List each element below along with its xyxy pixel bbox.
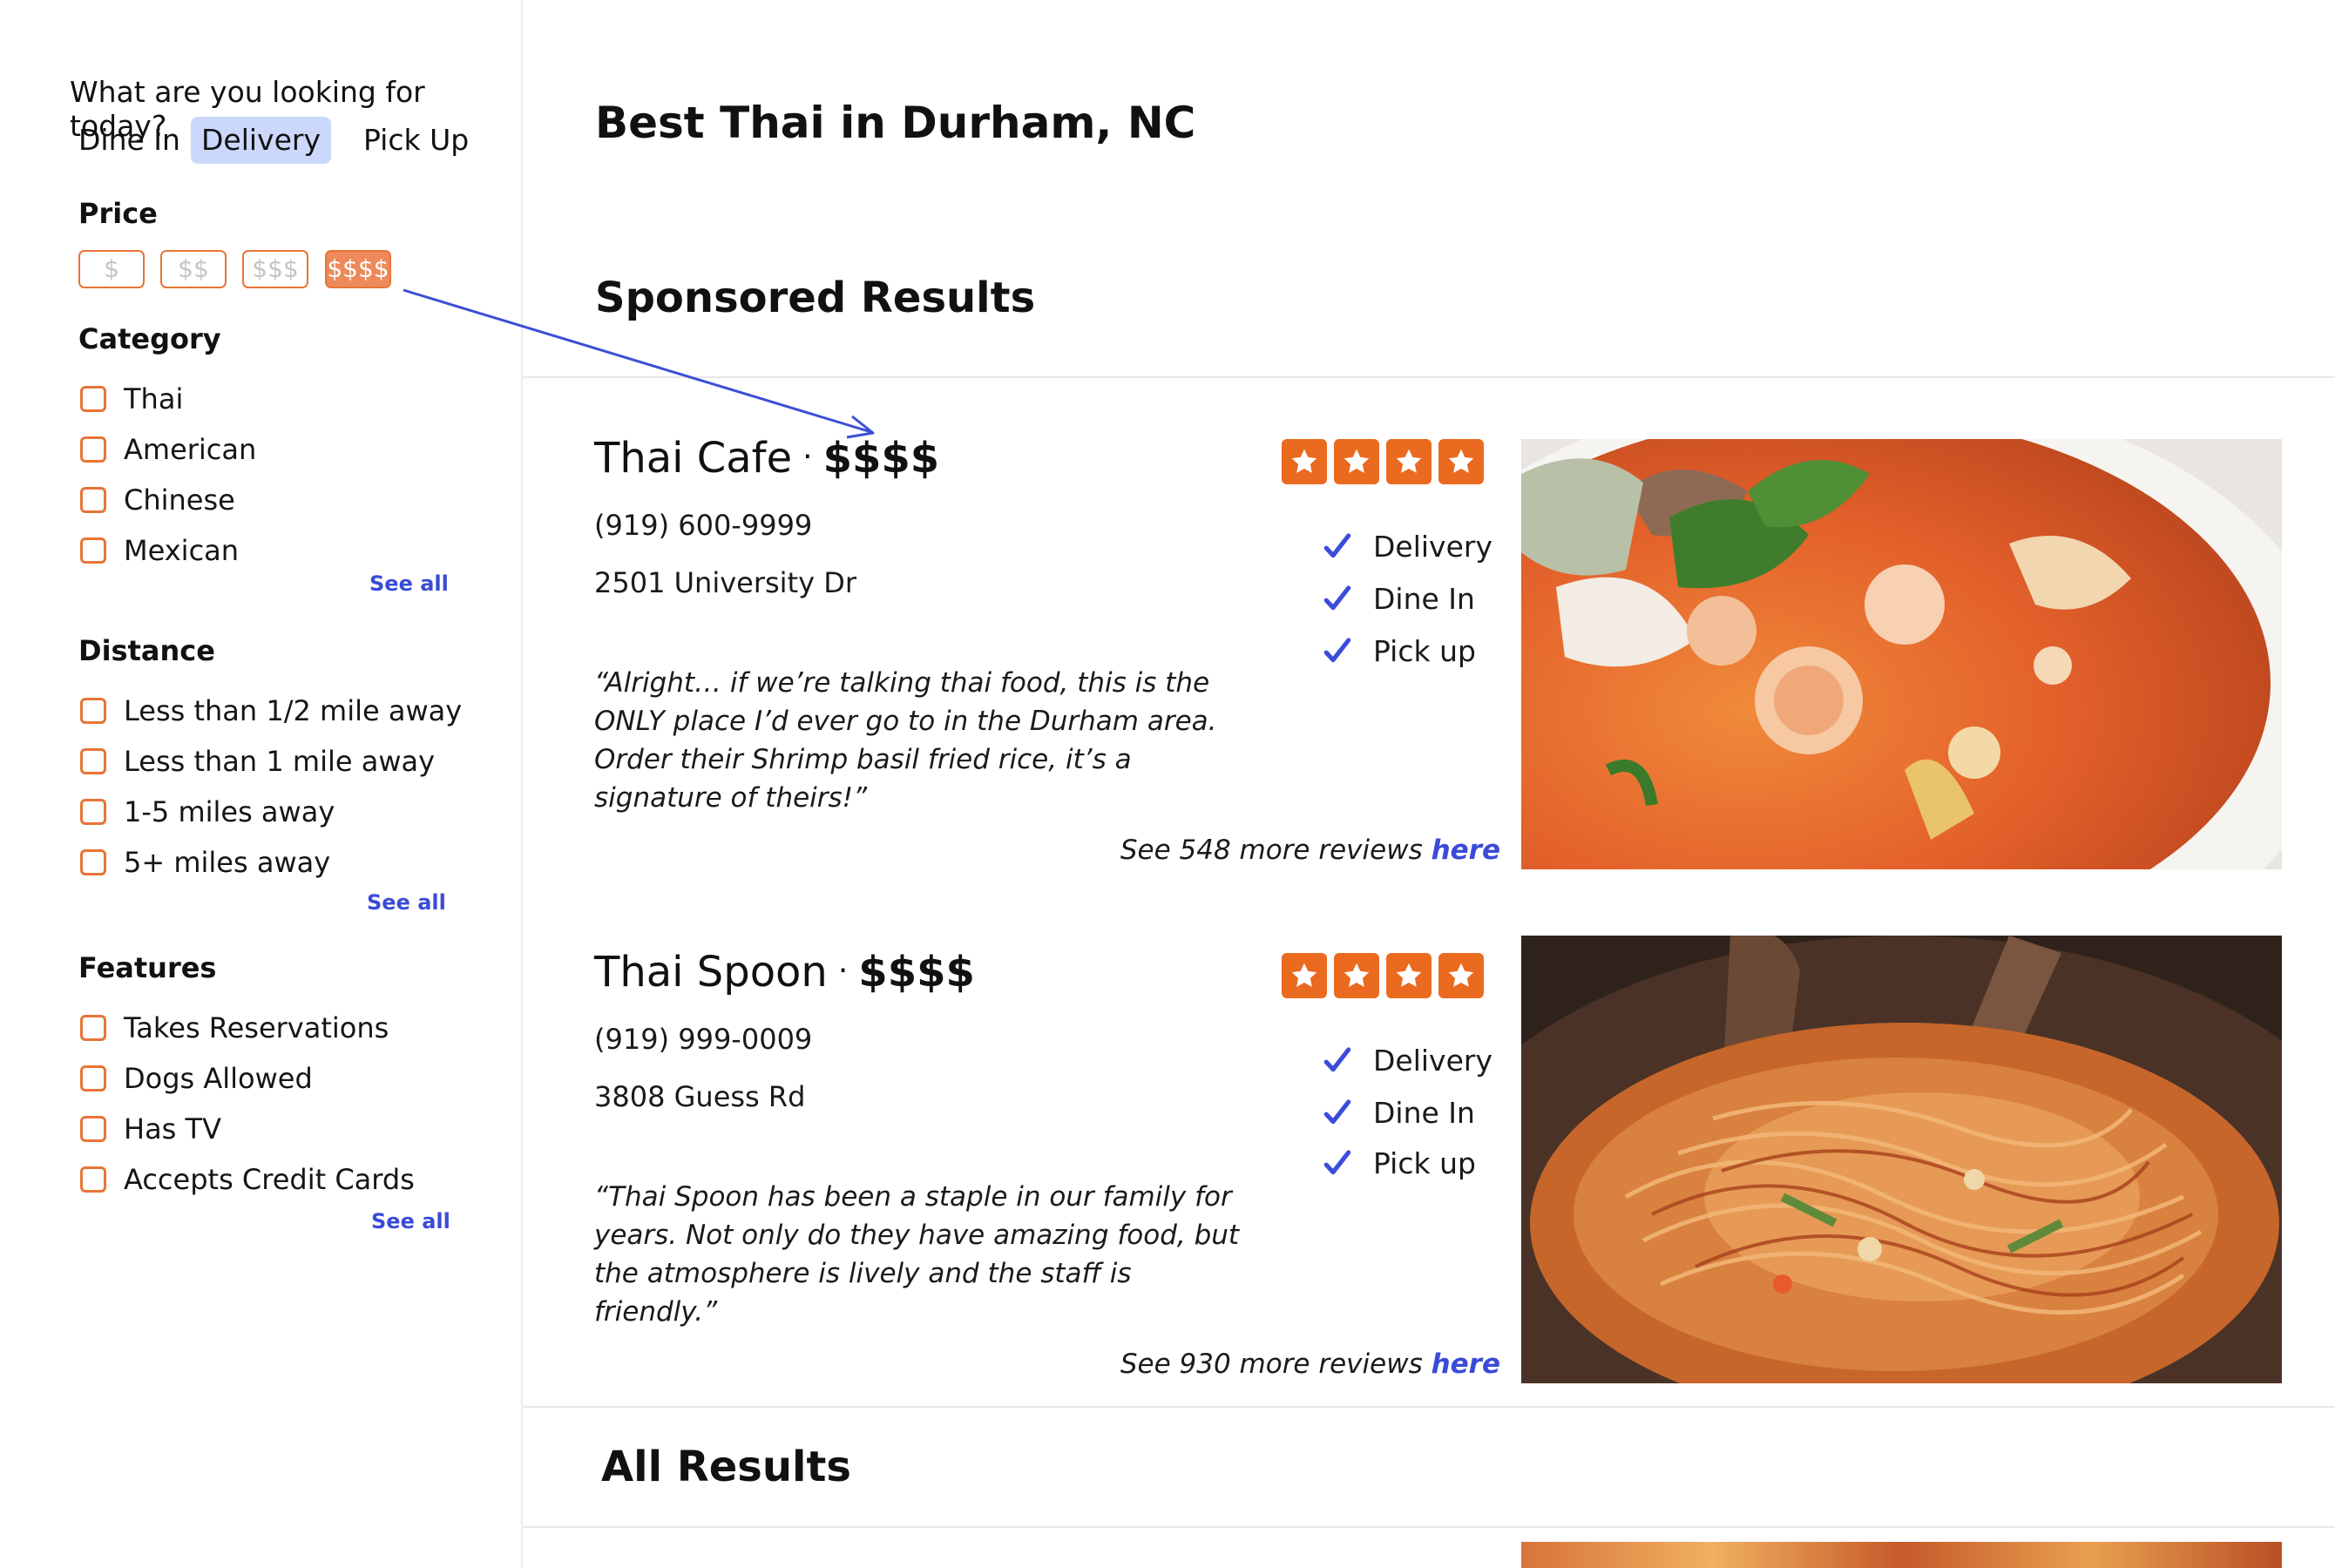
checkbox[interactable] (80, 1015, 106, 1041)
category-option-thai[interactable]: Thai (80, 382, 183, 416)
category-option-american[interactable]: American (80, 432, 256, 467)
more-reviews-text: See 548 more reviews here (1120, 835, 1500, 866)
price-option-1[interactable]: $ (78, 250, 145, 288)
distance-section-title: Distance (78, 634, 215, 667)
distance-option-five-plus[interactable]: 5+ miles away (80, 845, 330, 880)
filter-sidebar: What are you looking for today? Dine In … (0, 0, 523, 1568)
rating-stars (1282, 953, 1484, 998)
noodles-photo-image (1521, 936, 2282, 1383)
category-option-chinese[interactable]: Chinese (80, 483, 235, 517)
all-results-heading: All Results (601, 1443, 851, 1491)
checkbox[interactable] (80, 748, 106, 774)
checkbox[interactable] (80, 1166, 106, 1193)
distance-option-one-mile[interactable]: Less than 1 mile away (80, 744, 435, 779)
category-see-all-link[interactable]: See all (369, 571, 449, 596)
checkbox[interactable] (80, 799, 106, 825)
mode-pick-up[interactable]: Pick Up (353, 117, 479, 164)
page-title: Best Thai in Durham, NC (595, 98, 1196, 148)
star-icon (1438, 439, 1484, 484)
checkbox[interactable] (80, 1065, 106, 1092)
more-reviews-link[interactable]: here (1431, 1348, 1500, 1380)
distance-option-half-mile[interactable]: Less than 1/2 mile away (80, 693, 462, 728)
distance-option-one-to-five[interactable]: 1-5 miles away (80, 794, 335, 829)
feature-delivery: Delivery (1323, 526, 1492, 566)
mode-dine-in[interactable]: Dine In (68, 117, 191, 164)
check-icon (1323, 638, 1351, 663)
price-option-3[interactable]: $$$ (242, 250, 308, 288)
check-icon (1323, 533, 1351, 558)
restaurant-photo[interactable] (1521, 439, 2282, 869)
check-icon (1323, 1099, 1351, 1125)
review-quote: “Thai Spoon has been a staple in our fam… (594, 1181, 1240, 1328)
checkbox[interactable] (80, 487, 106, 513)
check-icon (1323, 1047, 1351, 1072)
features-see-all-link[interactable]: See all (371, 1209, 450, 1233)
result-title[interactable]: Thai Cafe · $$$$ (594, 434, 939, 483)
checkbox[interactable] (80, 386, 106, 412)
restaurant-address[interactable]: 3808 Guess Rd (594, 1080, 805, 1113)
rating-stars (1282, 439, 1484, 484)
check-icon (1323, 1150, 1351, 1175)
feature-pick-up: Pick up (1323, 631, 1476, 671)
star-icon (1334, 953, 1379, 998)
restaurant-photo-partial[interactable] (1521, 1542, 2282, 1568)
divider (523, 1406, 2335, 1408)
restaurant-phone[interactable]: (919) 999-0009 (594, 1023, 812, 1056)
restaurant-price: $$$$ (858, 948, 975, 997)
restaurant-phone[interactable]: (919) 600-9999 (594, 509, 812, 542)
more-reviews-link[interactable]: here (1431, 835, 1500, 866)
star-icon (1282, 953, 1327, 998)
price-option-4[interactable]: $$$$ (325, 250, 391, 288)
star-icon (1386, 439, 1431, 484)
soup-photo-image (1521, 439, 2282, 869)
feature-dine-in: Dine In (1323, 1092, 1475, 1132)
star-icon (1438, 953, 1484, 998)
feature-option-tv[interactable]: Has TV (80, 1112, 221, 1146)
feature-option-dogs[interactable]: Dogs Allowed (80, 1061, 313, 1096)
star-icon (1334, 439, 1379, 484)
feature-dine-in: Dine In (1323, 578, 1475, 618)
checkbox[interactable] (80, 698, 106, 724)
restaurant-price: $$$$ (822, 434, 940, 483)
checkbox[interactable] (80, 1116, 106, 1142)
divider (523, 1526, 2335, 1528)
restaurant-name[interactable]: Thai Spoon (594, 948, 828, 997)
mode-delivery[interactable]: Delivery (191, 117, 331, 164)
checkbox[interactable] (80, 436, 106, 463)
checkbox[interactable] (80, 537, 106, 564)
feature-option-credit-cards[interactable]: Accepts Credit Cards (80, 1162, 415, 1197)
separator: · (802, 439, 813, 475)
restaurant-photo[interactable] (1521, 936, 2282, 1383)
feature-pick-up: Pick up (1323, 1143, 1476, 1183)
feature-option-reservations[interactable]: Takes Reservations (80, 1010, 389, 1045)
category-section-title: Category (78, 322, 221, 355)
check-icon (1323, 585, 1351, 611)
restaurant-address[interactable]: 2501 University Dr (594, 566, 856, 599)
distance-see-all-link[interactable]: See all (367, 890, 446, 915)
star-icon (1282, 439, 1327, 484)
sponsored-results-heading: Sponsored Results (595, 274, 1036, 322)
category-option-mexican[interactable]: Mexican (80, 533, 239, 568)
feature-delivery: Delivery (1323, 1040, 1492, 1080)
restaurant-name[interactable]: Thai Cafe (594, 434, 792, 483)
price-section-title: Price (78, 197, 158, 230)
divider (523, 376, 2335, 378)
star-icon (1386, 953, 1431, 998)
result-title[interactable]: Thai Spoon · $$$$ (594, 948, 975, 997)
more-reviews-text: See 930 more reviews here (1120, 1348, 1500, 1380)
separator: · (837, 953, 849, 989)
features-section-title: Features (78, 951, 217, 984)
review-quote: “Alright… if we’re talking thai food, th… (594, 667, 1217, 814)
checkbox[interactable] (80, 849, 106, 875)
price-option-2[interactable]: $$ (160, 250, 227, 288)
